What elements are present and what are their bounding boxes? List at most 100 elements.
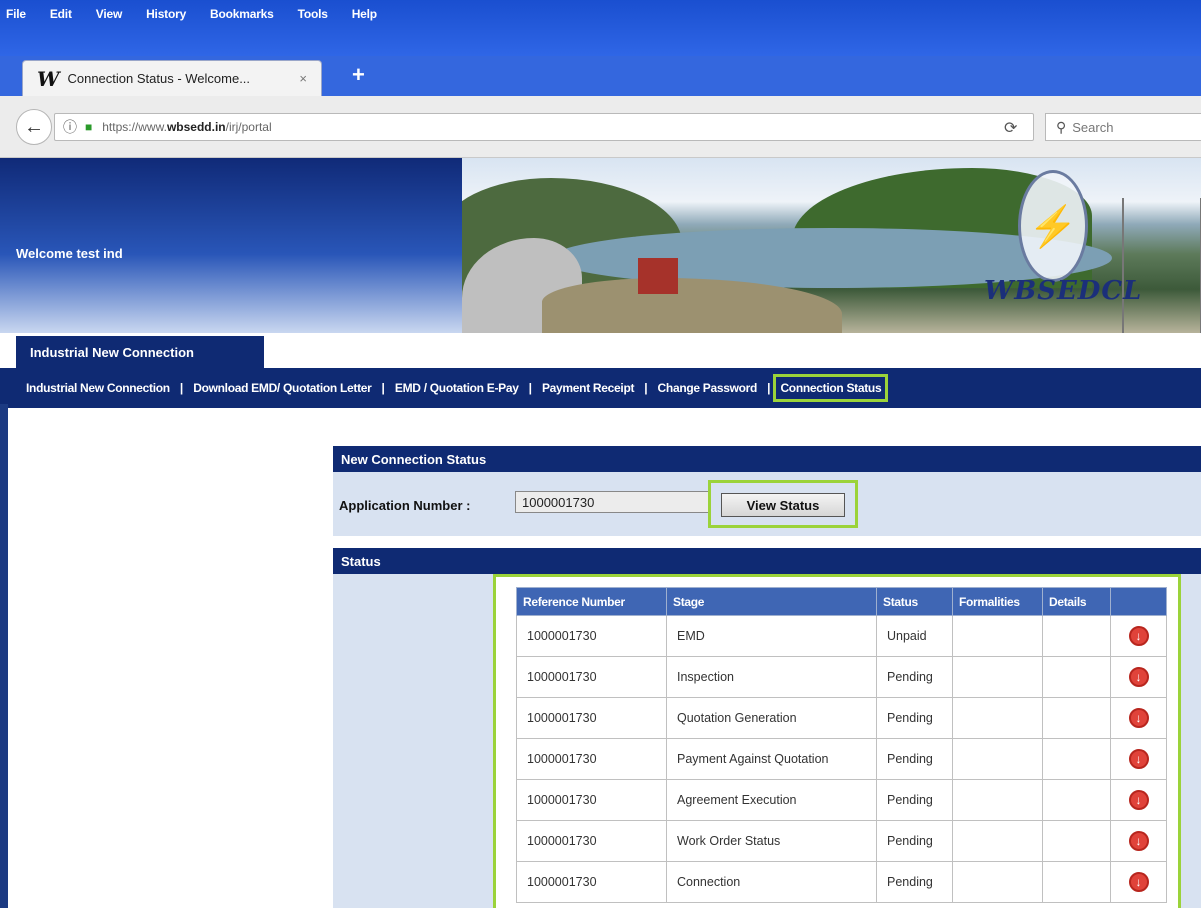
welcome-text: Welcome test ind [16, 246, 123, 261]
menu-file[interactable]: File [6, 7, 26, 21]
menu-bookmarks[interactable]: Bookmarks [210, 7, 274, 21]
download-icon[interactable]: ↓ [1128, 749, 1149, 769]
download-icon[interactable]: ↓ [1128, 872, 1149, 892]
cell-stage: Connection [666, 861, 877, 903]
menu: File Edit View History Bookmarks Tools H… [0, 0, 401, 28]
cell-stage: Agreement Execution [666, 779, 877, 821]
cell-action: ↓ [1110, 820, 1167, 862]
cell-stage: Inspection [666, 656, 877, 698]
nav-payment-receipt[interactable]: Payment Receipt [542, 381, 635, 395]
cell-action: ↓ [1110, 861, 1167, 903]
brand-logo-text: WBSEDCL [984, 276, 1143, 306]
nav-connection-status[interactable]: Connection Status [773, 374, 889, 402]
address-bar[interactable]: ⓘ ■ https://www.wbsedd.in/irj/portal [54, 113, 1034, 141]
portal-tab-industrial-new-connection[interactable]: Industrial New Connection [16, 336, 264, 368]
cell-formalities [952, 738, 1043, 780]
menu-history[interactable]: History [146, 7, 186, 21]
nav-change-password[interactable]: Change Password [658, 381, 758, 395]
site-banner: Welcome test ind ⚡ WBSEDCL [0, 158, 1201, 333]
cell-stage: Work Order Status [666, 820, 877, 862]
nav-separator: | [528, 381, 532, 395]
table-row: 1000001730 Connection Pending ↓ [516, 861, 1167, 903]
new-connection-status-panel: Application Number : View Status [333, 472, 1201, 536]
cell-status: Pending [876, 697, 953, 739]
cell-details [1042, 861, 1111, 903]
cell-formalities [952, 861, 1043, 903]
download-icon[interactable]: ↓ [1128, 831, 1149, 851]
download-icon[interactable]: ↓ [1128, 667, 1149, 687]
col-formalities: Formalities [952, 587, 1043, 616]
left-stripe [0, 404, 8, 908]
cell-formalities [952, 656, 1043, 698]
nav-emd-quotation-epay[interactable]: EMD / Quotation E-Pay [395, 381, 519, 395]
cell-reference: 1000001730 [516, 738, 667, 780]
cell-action: ↓ [1110, 615, 1167, 657]
search-placeholder: Search [1072, 119, 1114, 135]
cell-details [1042, 615, 1111, 657]
table-header-row: Reference Number Stage Status Formalitie… [516, 587, 1167, 616]
table-row: 1000001730 Quotation Generation Pending … [516, 697, 1167, 739]
status-table: Reference Number Stage Status Formalitie… [516, 587, 1167, 903]
cell-status: Pending [876, 738, 953, 780]
application-number-label: Application Number : [339, 498, 471, 513]
cell-formalities [952, 820, 1043, 862]
nav-industrial-new-connection[interactable]: Industrial New Connection [26, 381, 170, 395]
status-panel: Reference Number Stage Status Formalitie… [333, 574, 1201, 908]
cell-formalities [952, 779, 1043, 821]
cell-reference: 1000001730 [516, 697, 667, 739]
menu-edit[interactable]: Edit [50, 7, 72, 21]
menu-tools[interactable]: Tools [298, 7, 328, 21]
menu-view[interactable]: View [96, 7, 123, 21]
cell-reference: 1000001730 [516, 861, 667, 903]
info-icon[interactable]: ⓘ [63, 117, 77, 137]
nav-download-emd-quotation-letter[interactable]: Download EMD/ Quotation Letter [193, 381, 372, 395]
cell-details [1042, 656, 1111, 698]
col-stage: Stage [666, 587, 877, 616]
nav-separator: | [179, 381, 184, 395]
cell-details [1042, 779, 1111, 821]
col-action [1110, 587, 1167, 616]
cell-formalities [952, 615, 1043, 657]
banner-hut [638, 258, 678, 294]
new-tab-icon[interactable]: + [352, 62, 365, 88]
browser-tab[interactable]: W Connection Status - Welcome... × [22, 60, 322, 96]
cell-status: Pending [876, 861, 953, 903]
table-row: 1000001730 Agreement Execution Pending ↓ [516, 779, 1167, 821]
lock-icon: ■ [85, 120, 93, 134]
site-favicon-icon: W [37, 66, 60, 91]
cell-details [1042, 820, 1111, 862]
nav-separator: | [381, 381, 385, 395]
cell-stage: Payment Against Quotation [666, 738, 877, 780]
back-arrow-icon[interactable]: ← [16, 109, 52, 145]
search-input[interactable]: ⚲ Search [1045, 113, 1201, 141]
application-number-input[interactable] [515, 491, 729, 513]
close-tab-icon[interactable]: × [299, 71, 307, 86]
cell-stage: Quotation Generation [666, 697, 877, 739]
search-icon: ⚲ [1056, 118, 1067, 135]
portal-nav-bar: Industrial New Connection | Download EMD… [0, 368, 1201, 408]
cell-status: Pending [876, 820, 953, 862]
view-status-highlight: View Status [708, 480, 858, 528]
cell-stage: EMD [666, 615, 877, 657]
menu-help[interactable]: Help [352, 7, 377, 21]
table-row: 1000001730 Work Order Status Pending ↓ [516, 820, 1167, 862]
reload-icon[interactable]: ⟳ [1004, 118, 1017, 138]
cell-reference: 1000001730 [516, 779, 667, 821]
cell-action: ↓ [1110, 779, 1167, 821]
status-table-highlight: Reference Number Stage Status Formalitie… [493, 574, 1181, 908]
cell-action: ↓ [1110, 656, 1167, 698]
download-icon[interactable]: ↓ [1128, 626, 1149, 646]
nav-separator: | [644, 381, 648, 395]
col-details: Details [1042, 587, 1111, 616]
new-connection-status-header: New Connection Status [333, 446, 1201, 472]
table-row: 1000001730 Payment Against Quotation Pen… [516, 738, 1167, 780]
cell-reference: 1000001730 [516, 615, 667, 657]
view-status-button[interactable]: View Status [721, 493, 845, 517]
cell-details [1042, 738, 1111, 780]
download-icon[interactable]: ↓ [1128, 790, 1149, 810]
download-icon[interactable]: ↓ [1128, 708, 1149, 728]
cell-action: ↓ [1110, 738, 1167, 780]
wbsedcl-emblem-icon: ⚡ [1018, 170, 1088, 282]
url-text: https://www.wbsedd.in/irj/portal [102, 120, 272, 134]
cell-reference: 1000001730 [516, 656, 667, 698]
